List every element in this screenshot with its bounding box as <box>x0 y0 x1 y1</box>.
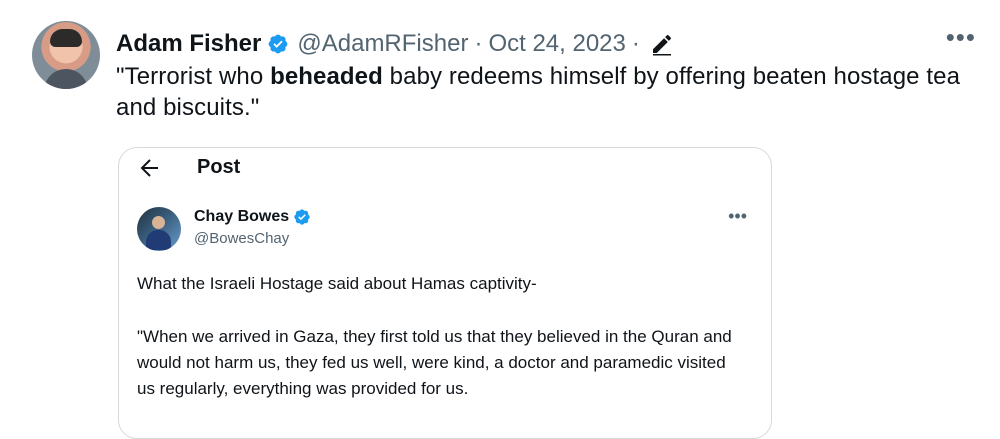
quoted-post-line1: What the Israeli Hostage said about Hama… <box>137 274 537 293</box>
back-arrow-icon[interactable] <box>137 155 163 179</box>
separator-dot: · <box>474 30 483 57</box>
author-handle[interactable]: @AdamRFisher <box>297 30 468 58</box>
more-icon[interactable]: ••• <box>946 22 976 53</box>
quoted-author-name[interactable]: Chay Bowes <box>194 208 289 226</box>
quoted-author-handle[interactable]: @BowesChay <box>194 230 289 247</box>
separator-dot: · <box>631 30 640 57</box>
tweet-date[interactable]: Oct 24, 2023 <box>488 30 625 58</box>
pencil-icon[interactable] <box>650 32 680 56</box>
quoted-author-name-row: Chay Bowes <box>194 208 311 226</box>
tweet-text-bold: beheaded <box>270 63 383 90</box>
tweet-text-start: "Terrorist who <box>116 63 271 90</box>
tweet-header: Adam Fisher @AdamRFisher · Oct 24, 2023 … <box>116 27 680 61</box>
verified-icon <box>293 208 311 226</box>
tweet-text: "Terrorist who beheaded baby redeems him… <box>116 61 988 123</box>
more-icon[interactable]: ••• <box>728 206 747 227</box>
post-header: Post <box>137 150 240 184</box>
author-name[interactable]: Adam Fisher <box>116 30 261 58</box>
quoted-author-avatar[interactable] <box>137 207 181 251</box>
author-avatar[interactable] <box>32 21 100 89</box>
quoted-post-body: "When we arrived in Gaza, they first tol… <box>137 327 732 398</box>
post-title: Post <box>197 155 241 178</box>
quoted-post-card[interactable]: Post Chay Bowes @BowesChay ••• What the … <box>118 147 772 439</box>
verified-icon <box>267 33 289 55</box>
